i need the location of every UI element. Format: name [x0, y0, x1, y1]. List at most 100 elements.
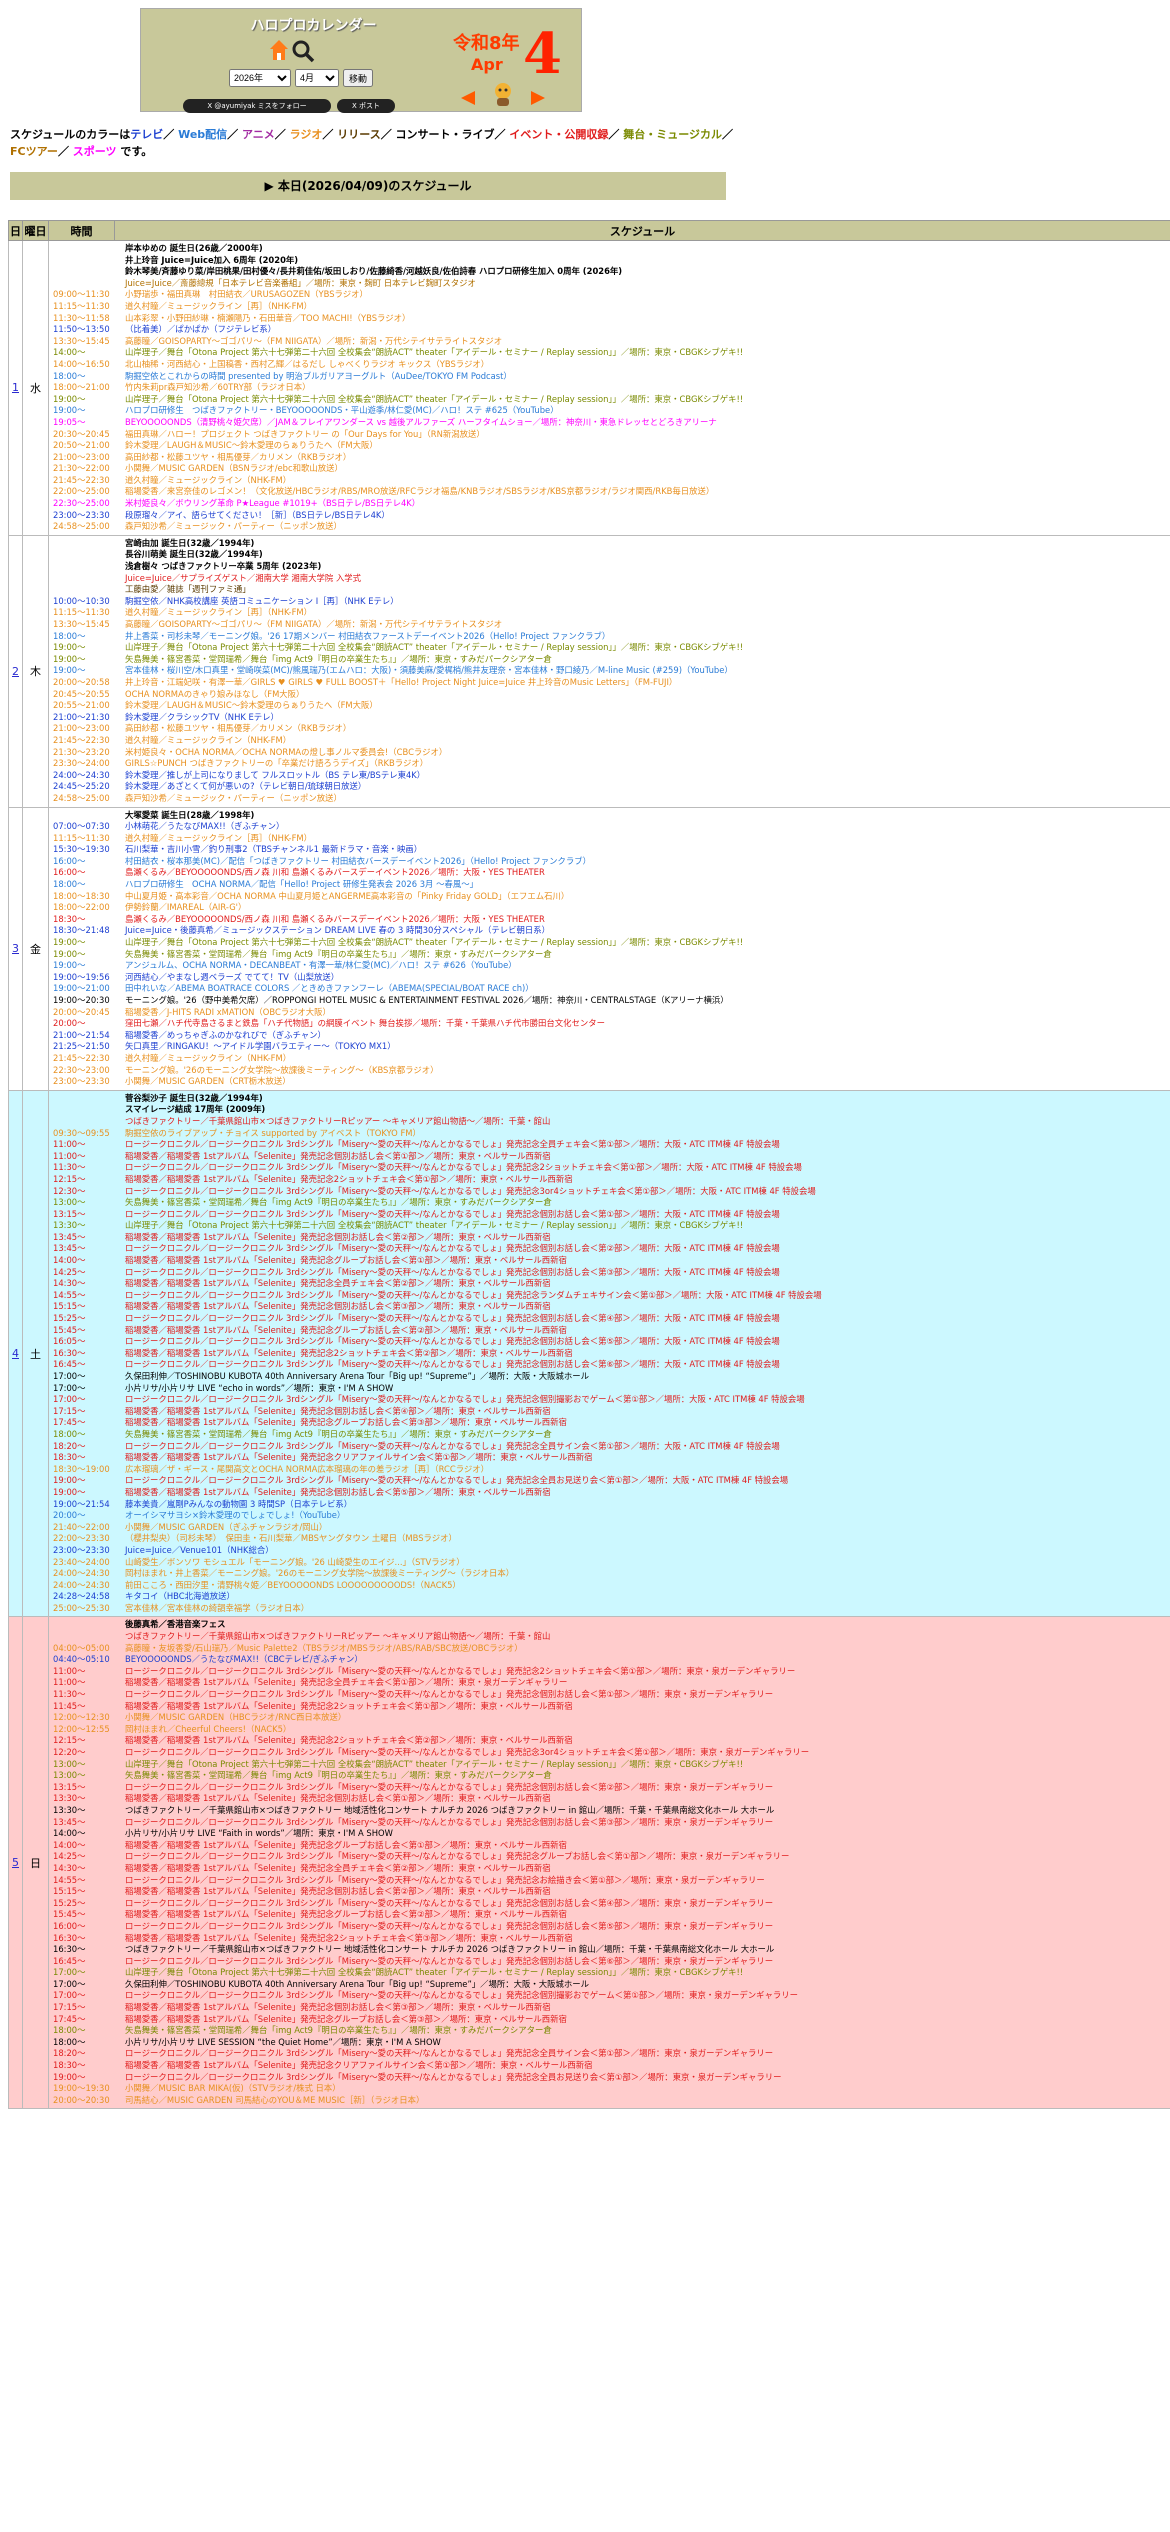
- schedule-item[interactable]: 20:50～21:00 鈴木愛理／LAUGH＆MUSIC〜鈴木愛理のらぁりうたへ（…: [53, 440, 1166, 452]
- schedule-item[interactable]: 16:05～ ロージークロニクル／ロージークロニクル 3rdシングル「Misery…: [53, 1336, 1166, 1348]
- schedule-item[interactable]: 11:15～11:30 道久村瞳／ミュージックライン［再］（NHK-FM）: [53, 833, 1166, 845]
- schedule-item[interactable]: 20:00～ オーイシマサヨシ×鈴木愛理のでしょでしょ!（YouTube）: [53, 1510, 1166, 1522]
- schedule-item[interactable]: 20:00～ 窪田七瀬／ハチ代寺島さるまと鉄島「ハチ代物語」の網膜イベント 舞台挨…: [53, 1018, 1166, 1030]
- schedule-item[interactable]: 23:30～24:00 GIRLS☆PUNCH つばきファクトリーの「卒業だけ語ろ…: [53, 758, 1166, 770]
- schedule-item[interactable]: 24:58～25:00 森戸知沙希／ミュージック・パーティー（ニッポン放送）: [53, 521, 1166, 533]
- schedule-item[interactable]: 09:30～09:55 駒掘空依のライブアップ・チョイス supported by…: [53, 1128, 1166, 1140]
- schedule-item[interactable]: 13:15～ ロージークロニクル／ロージークロニクル 3rdシングル「Misery…: [53, 1782, 1166, 1794]
- schedule-item[interactable]: 13:45～ ロージークロニクル／ロージークロニクル 3rdシングル「Misery…: [53, 1243, 1166, 1255]
- schedule-item[interactable]: 21:45～22:30 道久村瞳／ミュージックライン（NHK-FM）: [53, 1053, 1166, 1065]
- schedule-item[interactable]: 10:00～10:30 駒掘空依／NHK高校講座 英語コミュニケーション I［再］…: [53, 596, 1166, 608]
- schedule-item[interactable]: 14:30～ 稲場愛香／稲場愛香 1stアルバム「Selenite」発売記念全員チ…: [53, 1863, 1166, 1875]
- schedule-item[interactable]: 11:30～ ロージークロニクル／ロージークロニクル 3rdシングル「Misery…: [53, 1689, 1166, 1701]
- schedule-item[interactable]: 19:00～19:30 小関舞／MUSIC BAR MIKA(仮)（STVラジオ/…: [53, 2083, 1166, 2095]
- next-month-arrow-icon[interactable]: [529, 89, 547, 107]
- schedule-item[interactable]: 07:00～07:30 小林萌花／うたなびMAX!!（ぎふチャン）: [53, 821, 1166, 833]
- schedule-item[interactable]: 14:00～ 山岸理子／舞台「Otona Project 第六十七弾第二十六回 全…: [53, 347, 1166, 359]
- schedule-item[interactable]: 15:15～ 稲場愛香／稲場愛香 1stアルバム「Selenite」発売記念個別お…: [53, 1301, 1166, 1313]
- schedule-item[interactable]: 18:30～ 稲場愛香／稲場愛香 1stアルバム「Selenite」発売記念クリア…: [53, 1452, 1166, 1464]
- schedule-item[interactable]: 14:00～ 小片リサ/小片リサ LIVE “Faith in words”／場所…: [53, 1828, 1166, 1840]
- schedule-item[interactable]: 19:05～ BEYOOOOONDS（清野桃々姫欠席）／JAM＆フレイアワンダース…: [53, 417, 1166, 429]
- schedule-item[interactable]: 19:00～ 矢島舞美・篠宮香菜・堂岡瑞希／舞台「img Act9『明日の卒業生た…: [53, 654, 1166, 666]
- day-number-link[interactable]: 1: [8, 240, 23, 536]
- schedule-item[interactable]: 18:00～ 駒掘空依とこれからの時間 presented by 明治ブルガリアヨ…: [53, 371, 1166, 383]
- schedule-item[interactable]: 13:00～ 矢島舞美・篠宮香菜・堂岡瑞希／舞台「img Act9『明日の卒業生た…: [53, 1197, 1166, 1209]
- schedule-item[interactable]: 21:40～22:00 小関舞／MUSIC GARDEN（ぎふチャンラジオ/岡山）: [53, 1522, 1166, 1534]
- schedule-item[interactable]: 13:15～ ロージークロニクル／ロージークロニクル 3rdシングル「Misery…: [53, 1209, 1166, 1221]
- schedule-item[interactable]: 19:00～ アンジュルム、OCHA NORMA・DECANBEAT・有澤一華/林…: [53, 960, 1166, 972]
- schedule-item[interactable]: 22:30～25:00 米村姫良々／ボウリング革命 P★League #1019+…: [53, 498, 1166, 510]
- schedule-item[interactable]: 22:00～23:30 （櫻井梨央）（司杉未琴） 保田圭・石川梨華／MBSヤングタ…: [53, 1533, 1166, 1545]
- schedule-item[interactable]: 12:15～ 稲場愛香／稲場愛香 1stアルバム「Selenite」発売記念2ショ…: [53, 1174, 1166, 1186]
- schedule-item[interactable]: 16:00～ 島瀬くるみ／BEYOOOOONDS/西ノ森 川和 島瀬くるみバースデ…: [53, 867, 1166, 879]
- schedule-item[interactable]: 13:30～ 山岸理子／舞台「Otona Project 第六十七弾第二十六回 全…: [53, 1220, 1166, 1232]
- schedule-item[interactable]: 14:30～ 稲場愛香／稲場愛香 1stアルバム「Selenite」発売記念全員チ…: [53, 1278, 1166, 1290]
- day-number-link[interactable]: 3: [8, 806, 23, 1091]
- site-title[interactable]: ハロプロカレンダー: [231, 15, 396, 35]
- schedule-item[interactable]: 20:55～21:00 鈴木愛理／LAUGH＆MUSIC〜鈴木愛理のらぁりうたへ（…: [53, 700, 1166, 712]
- schedule-item[interactable]: 20:00～20:30 司馬結心／MUSIC GARDEN 司馬結心のYOU＆ME…: [53, 2095, 1166, 2107]
- schedule-item[interactable]: 19:00～21:00 田中れいな／ABEMA BOATRACE COLORS ／…: [53, 983, 1166, 995]
- x-follow-link[interactable]: X @ayumiyak ミスをフォロー: [183, 99, 331, 113]
- schedule-item[interactable]: 11:00～ 稲場愛香／稲場愛香 1stアルバム「Selenite」発売記念全員チ…: [53, 1677, 1166, 1689]
- schedule-item[interactable]: 19:00～ ハロプロ研修生 つばきファクトリー・BEYOOOOONDS・平山遊季…: [53, 405, 1166, 417]
- schedule-item[interactable]: 15:25～ ロージークロニクル／ロージークロニクル 3rdシングル「Misery…: [53, 1313, 1166, 1325]
- schedule-item[interactable]: 17:15～ 稲場愛香／稲場愛香 1stアルバム「Selenite」発売記念個別お…: [53, 2002, 1166, 2014]
- schedule-item[interactable]: 19:00～20:30 モーニング娘。'26（野中美希欠席）／ROPPONGI H…: [53, 995, 1166, 1007]
- schedule-item[interactable]: 13:45～ ロージークロニクル／ロージークロニクル 3rdシングル「Misery…: [53, 1817, 1166, 1829]
- schedule-item[interactable]: 18:00～ 井上香菜・司杉未琴／モーニング娘。'26 17期メンバー 村田結衣フ…: [53, 631, 1166, 643]
- schedule-item[interactable]: 18:20～ ロージークロニクル／ロージークロニクル 3rdシングル「Misery…: [53, 1441, 1166, 1453]
- schedule-item[interactable]: 18:00～ 矢島舞美・篠宮香菜・堂岡瑞希／舞台「img Act9『明日の卒業生た…: [53, 2025, 1166, 2037]
- schedule-item[interactable]: 24:00～24:30 鈴木愛理／推しが上司になりまして フルスロットル（BS テ…: [53, 770, 1166, 782]
- schedule-item[interactable]: 23:00～23:30 Juice=Juice／Venue101（NHK総合）: [53, 1545, 1166, 1557]
- schedule-item[interactable]: 21:30～22:00 小関舞／MUSIC GARDEN（BSNラジオ/ebc和歌…: [53, 463, 1166, 475]
- schedule-item[interactable]: 16:30～ 稲場愛香／稲場愛香 1stアルバム「Selenite」発売記念2ショ…: [53, 1933, 1166, 1945]
- schedule-item[interactable]: 17:00～ 久保田利伸／TOSHINOBU KUBOTA 40th Annive…: [53, 1979, 1166, 1991]
- schedule-item[interactable]: 17:45～ 稲場愛香／稲場愛香 1stアルバム「Selenite」発売記念グルー…: [53, 1417, 1166, 1429]
- schedule-item[interactable]: 14:00～ 稲場愛香／稲場愛香 1stアルバム「Selenite」発売記念グルー…: [53, 1255, 1166, 1267]
- schedule-item[interactable]: 12:30～ ロージークロニクル／ロージークロニクル 3rdシングル「Misery…: [53, 1186, 1166, 1198]
- schedule-item[interactable]: 21:00～23:00 高田紗都・松藤ユツヤ・相馬優芽／カリメン（RKBラジオ）: [53, 723, 1166, 735]
- schedule-item[interactable]: 11:00～ ロージークロニクル／ロージークロニクル 3rdシングル「Misery…: [53, 1666, 1166, 1678]
- day-number-link[interactable]: 5: [8, 1616, 23, 2110]
- schedule-item[interactable]: 11:00～ 稲場愛香／稲場愛香 1stアルバム「Selenite」発売記念個別お…: [53, 1151, 1166, 1163]
- schedule-item[interactable]: 16:30～ つばきファクトリー／千葉県館山市×つばきファクトリー 地域活性化コン…: [53, 1944, 1166, 1956]
- schedule-item[interactable]: 24:58～25:00 森戸知沙希／ミュージック・パーティー（ニッポン放送）: [53, 793, 1166, 805]
- schedule-item[interactable]: 12:20～ ロージークロニクル／ロージークロニクル 3rdシングル「Misery…: [53, 1747, 1166, 1759]
- schedule-item[interactable]: 17:00～ 久保田利伸／TOSHINOBU KUBOTA 40th Annive…: [53, 1371, 1166, 1383]
- schedule-item[interactable]: 14:55～ ロージークロニクル／ロージークロニクル 3rdシングル「Misery…: [53, 1875, 1166, 1887]
- schedule-item[interactable]: 21:00～21:30 鈴木愛理／クラシックTV（NHK Eテレ）: [53, 712, 1166, 724]
- schedule-item[interactable]: 18:00～21:00 竹内朱莉pr森戸知沙希／60TRY部（ラジオ日本）: [53, 382, 1166, 394]
- search-icon[interactable]: [291, 39, 315, 63]
- schedule-item[interactable]: 17:15～ 稲場愛香／稲場愛香 1stアルバム「Selenite」発売記念個別お…: [53, 1406, 1166, 1418]
- move-button[interactable]: 移動: [343, 69, 373, 87]
- schedule-item[interactable]: 21:30～23:20 米村姫良々・OCHA NORMA／OCHA NORMAの燈…: [53, 747, 1166, 759]
- schedule-item[interactable]: 22:00～25:00 稲場愛香／来宮奈佳のレゴメン！（文化放送/HBCラジオ/R…: [53, 486, 1166, 498]
- schedule-item[interactable]: 19:00～19:56 河西結心／やまなし週ベラーズ でてて！TV（山梨放送）: [53, 972, 1166, 984]
- schedule-item[interactable]: 18:30～ 島瀬くるみ／BEYOOOOONDS/西ノ森 川和 島瀬くるみバースデ…: [53, 914, 1166, 926]
- schedule-item[interactable]: 21:45～22:30 道久村瞳／ミュージックライン（NHK-FM）: [53, 475, 1166, 487]
- schedule-item[interactable]: 13:30～ つばきファクトリー／千葉県館山市×つばきファクトリー 地域活性化コン…: [53, 1805, 1166, 1817]
- schedule-item[interactable]: Juice=Juice／サプライズゲスト／湘南大学 湘南大学院 入学式: [53, 573, 1166, 585]
- schedule-item[interactable]: 16:00～ 村田結衣・桜本那美(MC)／配信「つばきファクトリー 村田結衣バース…: [53, 856, 1166, 868]
- schedule-item[interactable]: 23:00～23:30 段原瑠々／アイ、語らせてください！［新］（BS日テレ/BS…: [53, 510, 1166, 522]
- schedule-item[interactable]: 18:30～21:48 Juice=Juice・後藤真希／ミュージックステーション…: [53, 925, 1166, 937]
- schedule-item[interactable]: 16:45～ ロージークロニクル／ロージークロニクル 3rdシングル「Misery…: [53, 1956, 1166, 1968]
- schedule-item[interactable]: 14:55～ ロージークロニクル／ロージークロニクル 3rdシングル「Misery…: [53, 1290, 1166, 1302]
- schedule-item[interactable]: 工藤由愛／雑誌「週刊ファミ通」: [53, 584, 1166, 596]
- schedule-item[interactable]: 16:00～ ロージークロニクル／ロージークロニクル 3rdシングル「Misery…: [53, 1921, 1166, 1933]
- schedule-item[interactable]: 24:45～25:20 鈴木愛理／あざとくて何が悪いの?（テレビ朝日/琉球朝日放送…: [53, 781, 1166, 793]
- schedule-item[interactable]: 17:00～ ロージークロニクル／ロージークロニクル 3rdシングル「Misery…: [53, 1394, 1166, 1406]
- schedule-item[interactable]: 20:30～20:45 福田真琳／ハロー！プロジェクト つばきファクトリー の「O…: [53, 429, 1166, 441]
- schedule-item[interactable]: 15:45～ 稲場愛香／稲場愛香 1stアルバム「Selenite」発売記念グルー…: [53, 1909, 1166, 1921]
- schedule-item[interactable]: 14:25～ ロージークロニクル／ロージークロニクル 3rdシングル「Misery…: [53, 1851, 1166, 1863]
- schedule-item[interactable]: 17:00～ ロージークロニクル／ロージークロニクル 3rdシングル「Misery…: [53, 1990, 1166, 2002]
- schedule-item[interactable]: 23:40～24:00 山崎愛生／ボンソワ モシュエル「モーニング娘。'26 山崎…: [53, 1557, 1166, 1569]
- schedule-item[interactable]: 18:30～19:00 広本瑠璃／ザ・ギース・尾関高文とOCHA NORMA広本瑠…: [53, 1464, 1166, 1476]
- x-post-link[interactable]: X ポスト: [337, 99, 395, 113]
- schedule-item[interactable]: 14:00～ 稲場愛香／稲場愛香 1stアルバム「Selenite」発売記念グルー…: [53, 1840, 1166, 1852]
- schedule-item[interactable]: 12:15～ 稲場愛香／稲場愛香 1stアルバム「Selenite」発売記念2ショ…: [53, 1735, 1166, 1747]
- schedule-item[interactable]: 19:00～ 山岸理子／舞台「Otona Project 第六十七弾第二十六回 全…: [53, 937, 1166, 949]
- day-number-link[interactable]: 2: [8, 534, 23, 808]
- schedule-item[interactable]: 15:45～ 稲場愛香／稲場愛香 1stアルバム「Selenite」発売記念グルー…: [53, 1325, 1166, 1337]
